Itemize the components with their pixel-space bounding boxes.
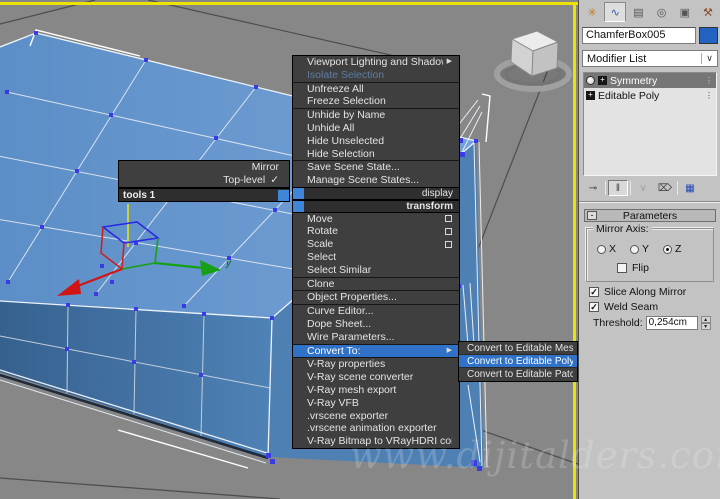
menu-item-select-similar[interactable]: Select Similar (293, 264, 459, 277)
slice-along-mirror-checkbox[interactable]: ✓ Slice Along Mirror (589, 286, 686, 298)
menu-item-manage-scene-states[interactable]: Manage Scene States... (293, 174, 459, 187)
threshold-spinner[interactable]: ▴ ▾ (700, 316, 711, 330)
menu-item-mirror[interactable]: Mirror (119, 161, 289, 174)
axis-x-radio[interactable]: X (597, 243, 616, 255)
submenu-item-convert-editable-mesh[interactable]: Convert to Editable Mesh (459, 342, 577, 355)
hierarchy-tab-icon[interactable]: ▤ (627, 2, 649, 22)
motion-tab-icon[interactable]: ◎ (651, 2, 673, 22)
menu-item-move[interactable]: Move (293, 213, 459, 226)
command-panel: ✳ ∿ ▤ ◎ ▣ ⚒ ChamferBox005 Modifier List … (578, 0, 720, 499)
menu-item-vrscene-exporter[interactable]: .vrscene exporter (293, 410, 459, 423)
quad-corner-marker (278, 189, 289, 201)
modifier-stack: + Symmetry ⋮ + Editable Poly ⋮ (583, 72, 717, 176)
menu-item-isolate-selection[interactable]: Isolate Selection (293, 69, 459, 82)
submenu-item-convert-editable-patch[interactable]: Convert to Editable Patch (459, 368, 577, 381)
menu-item-convert-to[interactable]: Convert To: ▶ (293, 344, 459, 358)
chevron-down-icon: ∨ (701, 53, 717, 64)
command-panel-tabs: ✳ ∿ ▤ ◎ ▣ ⚒ (581, 2, 719, 22)
view-cube[interactable] (494, 30, 572, 92)
convert-to-submenu: Convert to Editable Mesh Convert to Edit… (458, 341, 578, 382)
gizmo-y-label: y (225, 258, 232, 269)
menu-item-unfreeze-all[interactable]: Unfreeze All (293, 83, 459, 96)
show-end-result-button[interactable]: ‖ (608, 180, 628, 196)
stack-item-editable-poly[interactable]: + Editable Poly ⋮ (584, 88, 716, 103)
drag-dots-icon: ⋮ (705, 76, 714, 85)
menu-item-vray-properties[interactable]: V-Ray properties (293, 358, 459, 371)
object-name-field[interactable]: ChamferBox005 (582, 27, 696, 44)
active-viewport-border-right (573, 2, 576, 499)
menu-item-scale[interactable]: Scale (293, 238, 459, 251)
menu-item-rotate[interactable]: Rotate (293, 225, 459, 238)
quad-corner-marker (293, 187, 304, 199)
menu-item-vray-scene-converter[interactable]: V-Ray scene converter (293, 371, 459, 384)
menu-item-wire-parameters[interactable]: Wire Parameters... (293, 331, 459, 344)
quad-corner-marker (293, 200, 304, 212)
menu-item-unhide-by-name[interactable]: Unhide by Name (293, 109, 459, 122)
menu-item-unhide-all[interactable]: Unhide All (293, 122, 459, 135)
menu-item-clone[interactable]: Clone (293, 278, 459, 291)
menu-item-top-level[interactable]: Top-level ✓ (119, 174, 289, 187)
modifier-onoff-bulb-icon[interactable] (586, 76, 595, 85)
quad-header-transform: transform (293, 199, 459, 213)
spinner-down-icon[interactable]: ▾ (700, 323, 711, 330)
quad-title-tools1: tools 1 (118, 188, 290, 202)
modifier-list-dropdown[interactable]: Modifier List ∨ (582, 50, 718, 67)
expand-plus-icon[interactable]: + (598, 76, 607, 85)
remove-modifier-button[interactable]: ⌦ (655, 180, 675, 196)
menu-item-vray-vfb[interactable]: V-Ray VFB (293, 397, 459, 410)
menu-item-freeze-selection[interactable]: Freeze Selection (293, 95, 459, 108)
settings-box-icon[interactable] (445, 241, 452, 249)
stack-item-symmetry[interactable]: + Symmetry ⋮ (584, 73, 716, 88)
weld-seam-checkbox[interactable]: ✓ Weld Seam (589, 301, 658, 313)
active-viewport-border-top (0, 2, 578, 5)
submenu-item-convert-editable-poly[interactable]: Convert to Editable Poly (459, 355, 577, 368)
panel-divider (579, 201, 720, 203)
menu-item-vray-bitmap-converter[interactable]: V-Ray Bitmap to VRayHDRI converter (293, 435, 459, 448)
make-unique-button[interactable]: ⋎ (633, 180, 653, 196)
menu-item-viewport-lighting[interactable]: Viewport Lighting and Shadows ▶ (293, 56, 459, 69)
display-tab-icon[interactable]: ▣ (674, 2, 696, 22)
spinner-up-icon[interactable]: ▴ (700, 316, 711, 323)
threshold-label: Threshold: (593, 317, 643, 329)
perspective-viewport[interactable]: y (0, 0, 578, 499)
menu-item-vray-mesh-export[interactable]: V-Ray mesh export (293, 384, 459, 397)
menu-item-hide-unselected[interactable]: Hide Unselected (293, 135, 459, 148)
settings-box-icon[interactable] (445, 215, 452, 223)
flip-checkbox[interactable]: Flip (617, 262, 649, 274)
menu-item-select[interactable]: Select (293, 251, 459, 264)
quad-header-display: display (293, 186, 459, 200)
quad-menu-left: Mirror Top-level ✓ (118, 160, 290, 188)
viewport-scene: y (0, 0, 578, 499)
submenu-arrow-icon: ▶ (446, 346, 452, 354)
drag-dots-icon: ⋮ (705, 91, 714, 100)
menu-item-dope-sheet[interactable]: Dope Sheet... (293, 318, 459, 331)
modify-tab-icon[interactable]: ∿ (604, 2, 627, 22)
check-icon: ✓ (270, 173, 279, 186)
expand-plus-icon[interactable]: + (586, 91, 595, 100)
collapse-minus-icon[interactable]: - (587, 211, 597, 220)
settings-box-icon[interactable] (445, 228, 452, 236)
submenu-arrow-icon: ▶ (446, 58, 452, 65)
axis-y-radio[interactable]: Y (630, 243, 649, 255)
menu-item-hide-selection[interactable]: Hide Selection (293, 148, 459, 161)
menu-item-object-properties[interactable]: Object Properties... (293, 291, 459, 304)
pin-stack-button[interactable]: ⊸ (583, 180, 603, 196)
utilities-tab-icon[interactable]: ⚒ (697, 2, 719, 22)
stack-toolbar: ⊸ ‖ ⋎ ⌦ ▦ (583, 179, 717, 197)
mirror-axis-group: Mirror Axis: X Y Z Flip (586, 223, 714, 282)
object-color-swatch[interactable] (699, 27, 718, 44)
3dsmax-window: y Mirror Top-level ✓ tools 1 Viewport Li… (0, 0, 720, 499)
configure-modifier-sets-button[interactable]: ▦ (680, 180, 700, 196)
menu-item-curve-editor[interactable]: Curve Editor... (293, 305, 459, 318)
menu-item-save-scene-state[interactable]: Save Scene State... (293, 161, 459, 174)
create-tab-icon[interactable]: ✳ (581, 2, 603, 22)
menu-item-vrscene-animation-exporter[interactable]: .vrscene animation exporter (293, 422, 459, 435)
parameters-rollout-header[interactable]: - Parameters (584, 209, 716, 222)
threshold-field[interactable]: 0,254cm (645, 316, 698, 330)
axis-z-radio[interactable]: Z (663, 243, 681, 255)
quad-menu-main: Viewport Lighting and Shadows ▶ Isolate … (292, 55, 460, 449)
